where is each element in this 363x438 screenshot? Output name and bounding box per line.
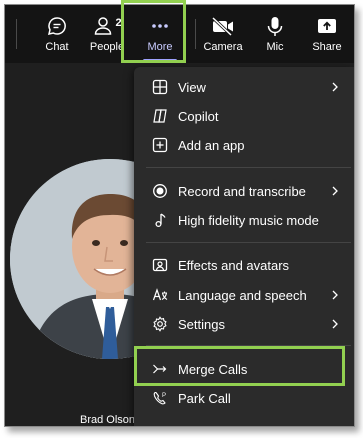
mic-icon xyxy=(264,15,286,37)
menu-divider xyxy=(146,167,351,168)
merge-calls-highlight xyxy=(134,346,345,386)
plus-box-icon xyxy=(152,137,168,153)
chevron-right-icon xyxy=(330,290,340,300)
copilot-icon xyxy=(152,108,168,124)
menu-item-label: Language and speech xyxy=(178,287,307,303)
more-button-highlight xyxy=(121,0,186,63)
chat-label: Chat xyxy=(45,41,69,53)
menu-item-label: Record and transcribe xyxy=(178,183,306,199)
menu-item-effects[interactable]: Effects and avatars xyxy=(134,251,354,279)
mic-label: Mic xyxy=(266,41,284,53)
toolbar-divider xyxy=(195,19,196,49)
menu-item-park-call[interactable]: P Park Call xyxy=(134,384,354,412)
menu-item-add-app[interactable]: Add an app xyxy=(134,131,354,159)
mic-button[interactable]: Mic xyxy=(259,5,291,63)
menu-item-label: View xyxy=(178,79,206,95)
menu-item-label: Settings xyxy=(178,316,225,332)
people-label: People xyxy=(89,41,125,53)
share-icon xyxy=(316,15,338,37)
grid-icon xyxy=(152,79,168,95)
gear-icon xyxy=(152,316,168,332)
menu-item-label: Park Call xyxy=(178,390,231,406)
camera-off-icon xyxy=(211,15,235,37)
menu-item-label: Copilot xyxy=(178,108,219,124)
chat-button[interactable]: Chat xyxy=(37,5,77,63)
chevron-right-icon xyxy=(330,186,340,196)
chevron-right-icon xyxy=(330,319,340,329)
menu-item-copilot[interactable]: Copilot xyxy=(134,102,354,130)
menu-divider xyxy=(146,242,351,243)
share-label: Share xyxy=(312,41,342,53)
svg-text:P: P xyxy=(162,393,166,399)
menu-item-record[interactable]: Record and transcribe xyxy=(134,177,354,205)
menu-item-settings[interactable]: Settings xyxy=(134,310,354,338)
menu-item-language[interactable]: Language and speech xyxy=(134,281,354,309)
chevron-right-icon xyxy=(330,82,340,92)
record-icon xyxy=(152,183,168,199)
menu-item-view[interactable]: View xyxy=(134,73,354,101)
camera-label: Camera xyxy=(203,41,243,53)
people-icon: 2 xyxy=(92,15,122,37)
toolbar-divider xyxy=(16,19,17,49)
chat-icon xyxy=(46,15,68,37)
language-icon xyxy=(152,287,168,303)
menu-item-music-mode[interactable]: High fidelity music mode xyxy=(134,206,354,234)
music-note-icon xyxy=(152,212,168,228)
park-call-icon: P xyxy=(152,390,168,406)
share-button[interactable]: Share xyxy=(307,5,347,63)
menu-item-label: Effects and avatars xyxy=(178,257,290,273)
effects-icon xyxy=(152,257,168,273)
camera-button[interactable]: Camera xyxy=(203,5,243,63)
menu-item-label: High fidelity music mode xyxy=(178,212,319,228)
menu-item-label: Add an app xyxy=(178,137,245,153)
participant-name: Brad Olson xyxy=(80,414,136,426)
